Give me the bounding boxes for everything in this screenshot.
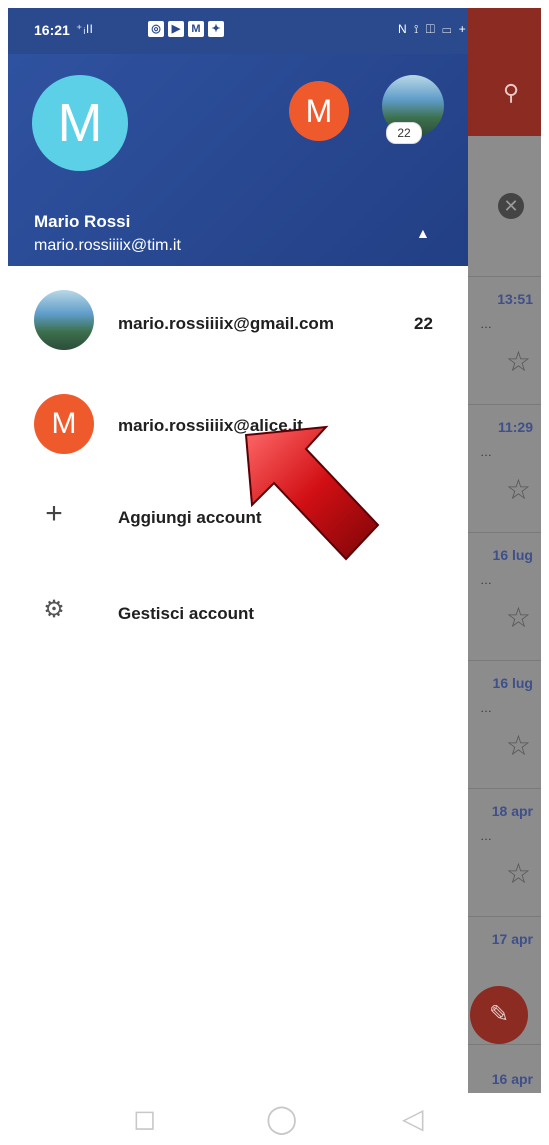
snippet-dots: … <box>480 317 492 331</box>
mail-time: 18 apr <box>491 803 533 819</box>
mail-time: 16 apr <box>491 1071 533 1087</box>
mail-time: 16 lug <box>492 547 533 563</box>
home-button[interactable]: ◯ <box>266 1104 297 1134</box>
gear-icon: ⚙ <box>43 596 65 623</box>
list-item: 16 apr <box>468 1044 541 1093</box>
star-icon: ☆ <box>505 730 531 761</box>
mail-time: 13:51 <box>497 291 533 307</box>
list-item: 18 apr … ☆ <box>468 788 541 917</box>
red-pointer-arrow <box>244 425 380 561</box>
unread-count: 22 <box>414 314 433 333</box>
list-item: 16 lug … ☆ <box>468 660 541 789</box>
notification-icons: ◎ ▶ M ✦ <box>148 21 224 37</box>
mail-time: 11:29 <box>497 419 533 435</box>
account-list: mario.rossiiiix@gmail.com 22 M mario.ros… <box>8 266 468 1093</box>
snippet-dots: … <box>480 701 492 715</box>
star-icon: ☆ <box>505 346 531 377</box>
unread-badge: 22 <box>386 122 422 144</box>
plus-icon: + <box>45 497 63 530</box>
account-header: M M 22 Mario Rossi mario.rossiiiix@tim.i… <box>8 54 468 266</box>
status-bar: 16:21 ⁺ᵢll ◎ ▶ M ✦ N ⟟ ◫ ▭ + <box>8 8 468 54</box>
list-item: 13:51 … ☆ <box>468 276 541 405</box>
compose-fab-background: ✎ <box>470 986 528 1044</box>
account-email-label: mario.rossiiiix@gmail.com <box>118 314 334 333</box>
account-email: mario.rossiiiix@tim.it <box>34 237 181 254</box>
star-icon: ☆ <box>505 602 531 633</box>
gmail-icon: M <box>188 21 204 37</box>
snippet-dots: … <box>480 829 492 843</box>
search-icon: ⚲ <box>503 80 520 105</box>
status-time: 16:21 <box>34 22 70 38</box>
switch-account-avatar[interactable]: M <box>289 81 349 141</box>
manage-accounts-label: Gestisci account <box>118 604 255 623</box>
mail-time: 17 apr <box>491 931 533 947</box>
app-notification-icon: ◎ <box>148 21 164 37</box>
star-icon: ☆ <box>505 474 531 505</box>
mail-time: 16 lug <box>492 675 533 691</box>
collapse-accounts-icon[interactable]: ▲ <box>416 225 430 241</box>
star-icon: ☆ <box>505 858 531 889</box>
play-store-icon: ▶ <box>168 21 184 37</box>
snippet-dots: … <box>480 573 492 587</box>
snippet-dots: … <box>480 445 492 459</box>
account-name: Mario Rossi <box>34 212 131 231</box>
account-photo-avatar <box>34 290 94 350</box>
back-button[interactable]: ◁ <box>402 1104 424 1134</box>
account-avatar: M <box>34 394 94 454</box>
list-item: 16 lug … ☆ <box>468 532 541 661</box>
system-status-icons: N ⟟ ◫ ▭ + <box>398 22 468 36</box>
account-item-gmail[interactable]: mario.rossiiiix@gmail.com 22 <box>8 266 468 358</box>
list-item: 11:29 … ☆ <box>468 404 541 533</box>
signal-icon: ⁺ᵢll <box>76 22 94 36</box>
close-icon: ✕ <box>498 193 524 219</box>
system-nav-bar: ◻ ◯ ◁ <box>0 1093 549 1145</box>
app-notification-icon: ✦ <box>208 21 224 37</box>
mail-toolbar-background <box>468 8 541 136</box>
phone-screen: ⚲ ✕ 13:51 … ☆ 11:29 … ☆ 16 lug … ☆ 16 lu… <box>8 8 541 1093</box>
recents-button[interactable]: ◻ <box>133 1104 156 1134</box>
current-account-avatar[interactable]: M <box>32 75 128 171</box>
